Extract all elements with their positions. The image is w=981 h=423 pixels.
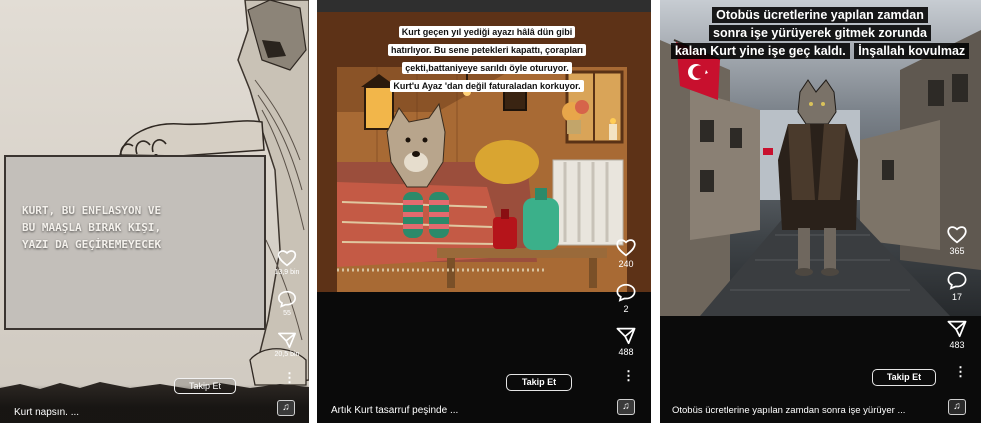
follow-button[interactable]: Takip Et xyxy=(872,369,936,386)
reel-panel-3[interactable]: Otobüs ücretlerine yapılan zamdan sonra … xyxy=(660,0,981,423)
caption-line: hatırlıyor. Bu sene petekleri kapattı, ç… xyxy=(387,44,587,56)
like-button[interactable]: 13,9 bin xyxy=(274,249,300,276)
like-count: 365 xyxy=(949,246,965,256)
caption-line: Kurt geçen yıl yediği ayazı hâlâ dün gib… xyxy=(398,26,576,38)
heart-icon xyxy=(947,226,967,244)
reel-caption: KURT, BU ENFLASYON VE BU MAAŞLA BIRAK KI… xyxy=(22,204,162,251)
comment-icon xyxy=(947,271,967,290)
share-count: 20,5 bin xyxy=(274,351,300,358)
reel-panel-1[interactable]: KURT, BU ENFLASYON VE BU MAAŞLA BIRAK KI… xyxy=(0,0,309,423)
send-icon xyxy=(947,320,967,338)
share-button[interactable]: 20,5 bin xyxy=(274,331,300,358)
share-count: 483 xyxy=(949,340,965,350)
send-icon xyxy=(616,327,636,345)
reel-caption: Kurt geçen yıl yediği ayazı hâlâ dün gib… xyxy=(363,22,611,94)
more-options-icon[interactable]: ⋮ xyxy=(954,364,967,380)
send-icon xyxy=(278,332,296,349)
share-button[interactable]: 483 xyxy=(943,319,971,350)
caption-line: Kurt'u Ayaz 'dan değil faturaladan korku… xyxy=(390,80,584,92)
music-note-icon[interactable]: ♫ xyxy=(277,400,295,416)
follow-button[interactable]: Takip Et xyxy=(174,378,236,394)
caption-line: Otobüs ücretlerine yapılan zamdan xyxy=(712,7,928,23)
caption-line: çekti,battaniyeye sarıldı öyle oturuyor. xyxy=(402,62,572,74)
reel-image-2: Kurt geçen yıl yediği ayazı hâlâ dün gib… xyxy=(317,12,651,292)
comment-count: 17 xyxy=(951,292,962,302)
like-button[interactable]: 365 xyxy=(943,225,971,256)
reel-description[interactable]: Kurt napsın. ... xyxy=(14,407,79,418)
more-options-icon[interactable]: ⋮ xyxy=(622,368,635,384)
caption-line: kalan Kurt yine işe geç kaldı. xyxy=(670,43,850,59)
heart-icon xyxy=(616,239,636,257)
comment-button[interactable]: 2 xyxy=(613,283,639,314)
share-button[interactable]: 488 xyxy=(613,326,639,357)
reel-description[interactable]: Otobüs ücretlerine yapılan zamdan sonra … xyxy=(672,405,942,416)
reel-caption: Otobüs ücretlerine yapılan zamdan sonra … xyxy=(670,6,970,60)
comment-icon xyxy=(277,290,297,308)
share-count: 488 xyxy=(618,347,634,357)
follow-button[interactable]: Takip Et xyxy=(506,374,572,391)
reel-description[interactable]: Artık Kurt tasarruf peşinde ... xyxy=(331,405,458,416)
comment-button[interactable]: 55 xyxy=(274,290,300,317)
like-count: 13,9 bin xyxy=(274,269,300,276)
like-button[interactable]: 240 xyxy=(613,238,639,269)
reel-panel-2[interactable]: Kurt geçen yıl yediği ayazı hâlâ dün gib… xyxy=(317,0,651,423)
like-count: 240 xyxy=(618,259,634,269)
comment-count: 2 xyxy=(623,304,629,314)
caption-line: İnşallah kovulmaz xyxy=(854,43,970,59)
heart-icon xyxy=(277,250,297,267)
comment-count: 55 xyxy=(283,310,291,317)
caption-line: sonra işe yürüyerek gitmek zorunda xyxy=(709,25,931,41)
music-note-icon[interactable]: ♫ xyxy=(617,399,635,415)
top-strip xyxy=(317,0,651,12)
music-note-icon[interactable]: ♫ xyxy=(948,399,966,415)
reel-image-3: Otobüs ücretlerine yapılan zamdan sonra … xyxy=(660,0,981,316)
comment-button[interactable]: 17 xyxy=(943,271,971,302)
comment-icon xyxy=(616,283,636,302)
more-options-icon[interactable]: ⋮ xyxy=(283,370,296,386)
